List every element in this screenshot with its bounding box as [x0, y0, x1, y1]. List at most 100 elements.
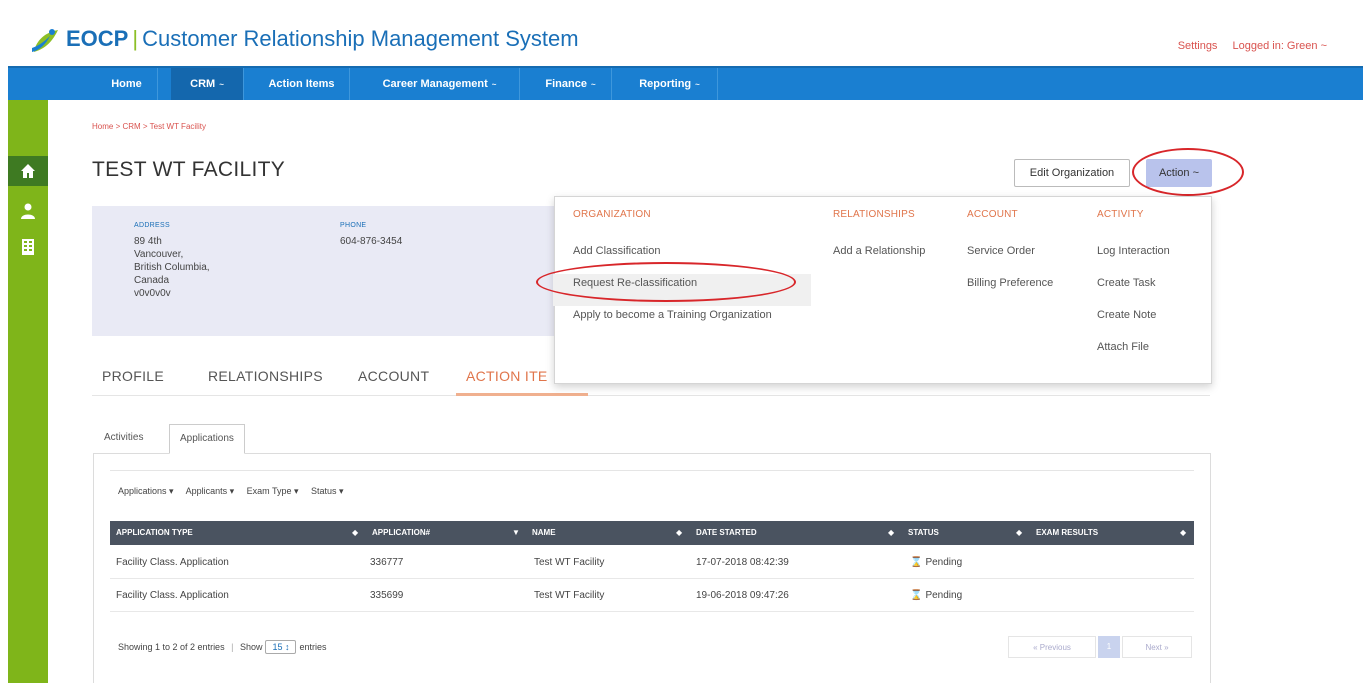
sort-icon[interactable]: ◆: [1016, 521, 1022, 545]
cell-application-number[interactable]: 335699: [370, 580, 403, 612]
nav-finance[interactable]: Finance ~: [530, 68, 612, 100]
address-line: Vancouver,: [134, 249, 184, 260]
dropdown-heading-relationships: RELATIONSHIPS: [833, 209, 915, 220]
menu-item-create-task[interactable]: Create Task: [1097, 274, 1170, 306]
nav-home[interactable]: Home: [96, 68, 158, 100]
organization-info-card: ADDRESS 89 4th Vancouver, British Columb…: [92, 206, 562, 336]
dropdown-activity-column: ACTIVITY Log Interaction Create Task Cre…: [1097, 209, 1170, 370]
page-title: TEST WT FACILITY: [92, 158, 286, 181]
column-application-type[interactable]: APPLICATION TYPE: [116, 521, 193, 545]
cell-name: Test WT Facility: [534, 590, 605, 601]
sort-icon[interactable]: ◆: [352, 521, 358, 545]
address-line: v0v0v0v: [134, 288, 171, 299]
dropdown-heading-account: ACCOUNT: [967, 209, 1018, 220]
filter-applicants[interactable]: Applicants ▾: [186, 486, 235, 496]
nav-reporting-label: Reporting: [639, 78, 692, 90]
cell-date-started: 17-07-2018 08:42:39: [696, 557, 789, 568]
cell-status: ⌛ Pending: [910, 580, 962, 612]
filter-exam-type[interactable]: Exam Type ▾: [247, 486, 299, 496]
nav-crm-label: CRM: [190, 78, 216, 90]
cell-status: ⌛ Pending: [910, 547, 962, 579]
nav-home-label: Home: [111, 78, 142, 90]
menu-item-add-relationship[interactable]: Add a Relationship: [833, 242, 925, 274]
subtab-applications[interactable]: Applications: [169, 424, 245, 454]
brand-name: EOCP: [66, 26, 129, 51]
sort-icon[interactable]: ◆: [888, 521, 894, 545]
column-status[interactable]: STATUS: [908, 521, 939, 545]
cell-application-type: Facility Class. Application: [116, 557, 229, 568]
nav-finance-label: Finance: [545, 78, 587, 90]
menu-item-service-order[interactable]: Service Order: [967, 242, 1053, 274]
phone-value: 604-876-3454: [340, 236, 403, 247]
page-1-button[interactable]: 1: [1098, 636, 1120, 658]
phone-label: PHONE: [340, 222, 367, 229]
menu-item-billing-preference[interactable]: Billing Preference: [967, 274, 1053, 306]
home-icon[interactable]: [8, 156, 48, 186]
dropdown-relationships-column: RELATIONSHIPS Add a Relationship: [833, 209, 925, 274]
logged-in-dropdown[interactable]: Logged in: Green ~: [1233, 40, 1328, 52]
nav-crm[interactable]: CRM ~: [171, 68, 244, 100]
action-dropdown-menu: ORGANIZATION Add Classification Request …: [553, 196, 1212, 384]
menu-item-apply-training-org[interactable]: Apply to become a Training Organization: [573, 306, 811, 338]
menu-item-request-reclassification[interactable]: Request Re-classification: [553, 274, 811, 306]
nav-career-label: Career Management: [382, 78, 488, 90]
table-info: Showing 1 to 2 of 2 entries | Show 15 ↕ en…: [118, 640, 327, 654]
chevron-down-icon: ~: [590, 80, 596, 89]
status-label: Pending: [925, 557, 963, 568]
action-dropdown-button[interactable]: Action ~: [1146, 159, 1212, 187]
filter-divider: [110, 470, 1194, 471]
menu-item-log-interaction[interactable]: Log Interaction: [1097, 242, 1170, 274]
eocp-logo-icon: [32, 29, 58, 52]
nav-career-management[interactable]: Career Management ~: [360, 68, 520, 100]
hourglass-icon: ⌛: [910, 590, 923, 601]
column-application-number[interactable]: APPLICATION#: [372, 521, 430, 545]
page-size-select[interactable]: 15 ↕: [265, 640, 297, 654]
status-label: Pending: [925, 590, 963, 601]
address-label: ADDRESS: [134, 222, 170, 229]
cell-date-started: 19-06-2018 09:47:26: [696, 590, 789, 601]
edit-organization-button[interactable]: Edit Organization: [1014, 159, 1130, 187]
hourglass-icon: ⌛: [910, 557, 923, 568]
menu-item-create-note[interactable]: Create Note: [1097, 306, 1170, 338]
title-separator: |: [132, 26, 139, 51]
dropdown-account-column: ACCOUNT Service Order Billing Preference: [967, 209, 1053, 306]
menu-item-attach-file[interactable]: Attach File: [1097, 338, 1170, 370]
app-header: EOCP | Customer Relationship Management Sy…: [0, 0, 1363, 66]
cell-application-type: Facility Class. Application: [116, 590, 229, 601]
column-name[interactable]: NAME: [532, 521, 556, 545]
user-icon[interactable]: [8, 196, 48, 226]
table-row[interactable]: Facility Class. Application 335699 Test …: [110, 580, 1194, 612]
tab-relationships[interactable]: RELATIONSHIPS: [208, 360, 323, 394]
column-exam-results[interactable]: EXAM RESULTS: [1036, 521, 1098, 545]
table-header: APPLICATION TYPE ◆ APPLICATION# ▼ NAME ◆…: [110, 521, 1194, 545]
sort-icon[interactable]: ◆: [1180, 521, 1186, 545]
tab-profile[interactable]: PROFILE: [102, 360, 164, 394]
tab-account[interactable]: ACCOUNT: [358, 360, 429, 394]
nav-action-items[interactable]: Action Items: [254, 68, 350, 100]
main-navbar: Home CRM ~ Action Items Career Management…: [8, 66, 1363, 100]
column-date-started[interactable]: DATE STARTED: [696, 521, 757, 545]
sort-icon[interactable]: ◆: [676, 521, 682, 545]
previous-page-button[interactable]: « Previous: [1008, 636, 1096, 658]
entries-label: entries: [299, 642, 327, 652]
tab-action-items[interactable]: ACTION ITE: [456, 360, 587, 396]
settings-link[interactable]: Settings: [1178, 40, 1218, 52]
user-menu: Settings Logged in: Green ~: [1166, 40, 1327, 52]
nav-reporting[interactable]: Reporting ~: [622, 68, 718, 100]
chevron-down-icon: ~: [695, 80, 700, 89]
filter-applications[interactable]: Applications ▾: [118, 486, 174, 496]
sort-desc-icon[interactable]: ▼: [512, 521, 520, 545]
chevron-down-icon: ~: [491, 80, 497, 89]
cell-application-number[interactable]: 336777: [370, 547, 403, 579]
show-label: Show: [239, 642, 263, 652]
building-icon[interactable]: [8, 232, 48, 262]
breadcrumb[interactable]: Home > CRM > Test WT Facility: [92, 122, 206, 131]
table-row[interactable]: Facility Class. Application 336777 Test …: [110, 547, 1194, 579]
app-title[interactable]: EOCP | Customer Relationship Management Sy…: [66, 26, 579, 52]
menu-item-add-classification[interactable]: Add Classification: [573, 242, 811, 274]
next-page-button[interactable]: Next »: [1122, 636, 1192, 658]
dropdown-heading-activity: ACTIVITY: [1097, 209, 1144, 220]
subtab-activities[interactable]: Activities: [94, 424, 153, 454]
filter-status[interactable]: Status ▾: [311, 486, 344, 496]
cell-name: Test WT Facility: [534, 557, 605, 568]
